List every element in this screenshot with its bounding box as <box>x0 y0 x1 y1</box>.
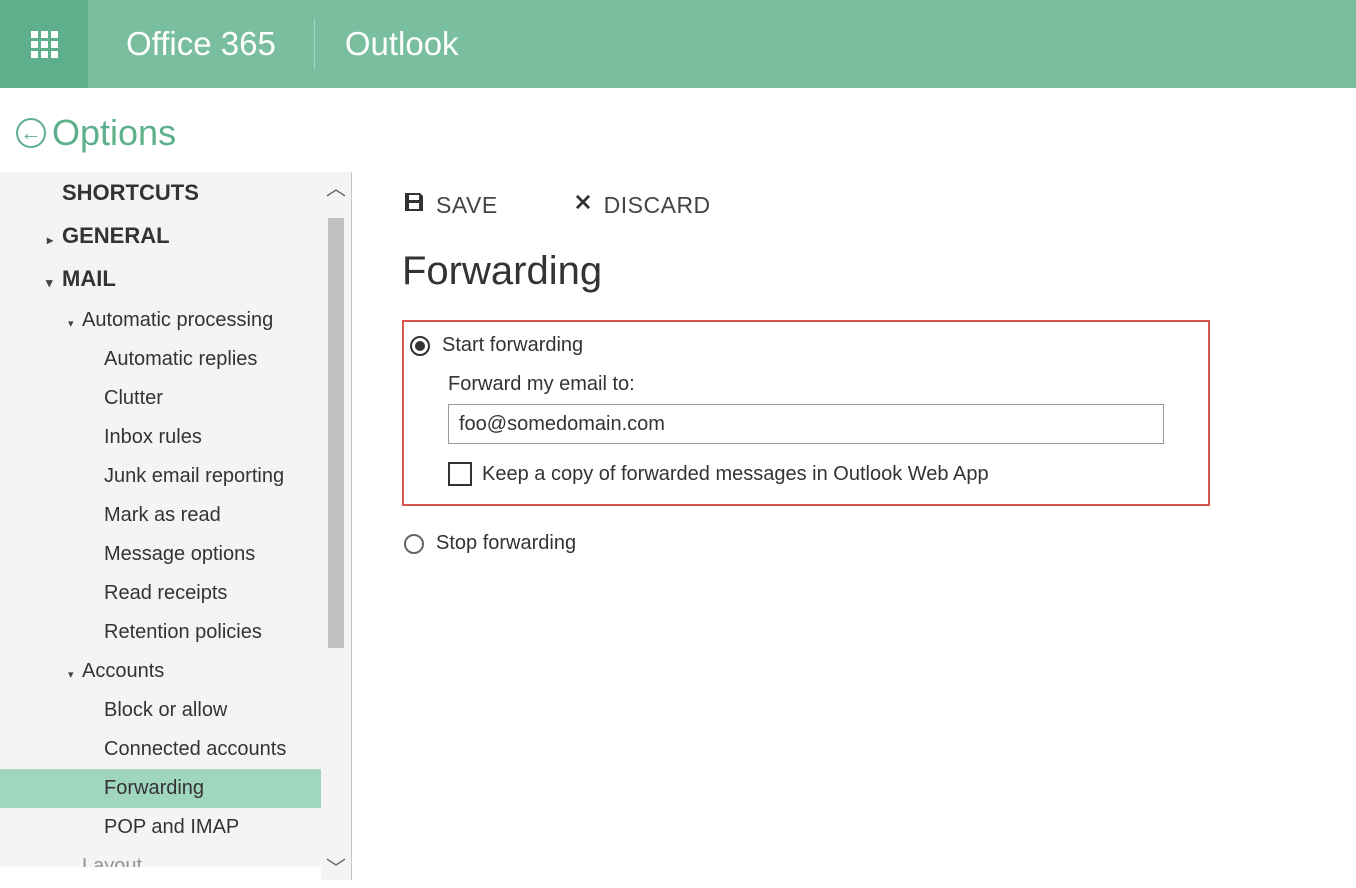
back-icon: ← <box>16 118 46 148</box>
main-content: SAVE DISCARD Forwarding Start forwarding… <box>352 172 1356 880</box>
save-icon <box>402 190 426 221</box>
nav-shortcuts[interactable]: SHORTCUTS <box>0 172 351 215</box>
keep-copy-checkbox[interactable] <box>448 462 472 486</box>
stop-forwarding-radio-row[interactable]: Stop forwarding <box>402 532 1306 555</box>
page-title: Forwarding <box>402 249 1306 294</box>
options-label: Options <box>52 112 176 154</box>
waffle-icon <box>31 31 58 58</box>
nav-inbox-rules[interactable]: Inbox rules <box>0 418 351 457</box>
global-header: Office 365 Outlook <box>0 0 1356 88</box>
forward-to-label: Forward my email to: <box>448 373 1208 396</box>
scroll-up-icon[interactable]: ︿ <box>321 172 351 200</box>
save-label: SAVE <box>436 192 498 219</box>
nav-retention-policies[interactable]: Retention policies <box>0 613 351 652</box>
nav-forwarding[interactable]: Forwarding <box>0 769 351 808</box>
nav-mark-as-read[interactable]: Mark as read <box>0 496 351 535</box>
radio-stop-forwarding[interactable] <box>404 534 424 554</box>
keep-copy-row[interactable]: Keep a copy of forwarded messages in Out… <box>448 462 1208 486</box>
nav-accounts[interactable]: Accounts <box>0 652 351 691</box>
discard-label: DISCARD <box>604 192 711 219</box>
suite-title[interactable]: Office 365 <box>88 18 315 70</box>
close-icon <box>572 191 594 220</box>
nav-automatic-processing[interactable]: Automatic processing <box>0 301 351 340</box>
nav-connected-accounts[interactable]: Connected accounts <box>0 730 351 769</box>
nav-clutter[interactable]: Clutter <box>0 379 351 418</box>
nav-automatic-replies[interactable]: Automatic replies <box>0 340 351 379</box>
sidebar-scrollbar[interactable]: ︿ ﹀ <box>321 172 351 880</box>
scroll-down-icon[interactable]: ﹀ <box>321 852 351 880</box>
nav-pop-and-imap[interactable]: POP and IMAP <box>0 808 351 847</box>
start-forwarding-label: Start forwarding <box>442 334 583 357</box>
nav-block-or-allow[interactable]: Block or allow <box>0 691 351 730</box>
nav-mail[interactable]: MAIL <box>0 258 351 301</box>
start-forwarding-radio-row[interactable]: Start forwarding <box>408 334 1208 357</box>
keep-copy-label: Keep a copy of forwarded messages in Out… <box>482 463 989 486</box>
nav-general[interactable]: GENERAL <box>0 215 351 258</box>
scroll-thumb[interactable] <box>328 218 344 648</box>
stop-forwarding-label: Stop forwarding <box>436 532 576 555</box>
app-title[interactable]: Outlook <box>315 25 459 63</box>
radio-start-forwarding[interactable] <box>410 336 430 356</box>
start-forwarding-section: Start forwarding Forward my email to: Ke… <box>402 320 1210 506</box>
nav-junk-email-reporting[interactable]: Junk email reporting <box>0 457 351 496</box>
save-button[interactable]: SAVE <box>402 190 498 221</box>
options-heading[interactable]: ← Options <box>0 88 1356 172</box>
discard-button[interactable]: DISCARD <box>572 190 711 221</box>
forward-to-input[interactable] <box>448 404 1164 444</box>
sidebar: SHORTCUTS GENERAL MAIL Automatic process… <box>0 172 352 880</box>
toolbar: SAVE DISCARD <box>402 172 1306 249</box>
nav-layout[interactable]: Layout <box>0 847 351 867</box>
nav-message-options[interactable]: Message options <box>0 535 351 574</box>
app-launcher-button[interactable] <box>0 0 88 88</box>
nav-read-receipts[interactable]: Read receipts <box>0 574 351 613</box>
